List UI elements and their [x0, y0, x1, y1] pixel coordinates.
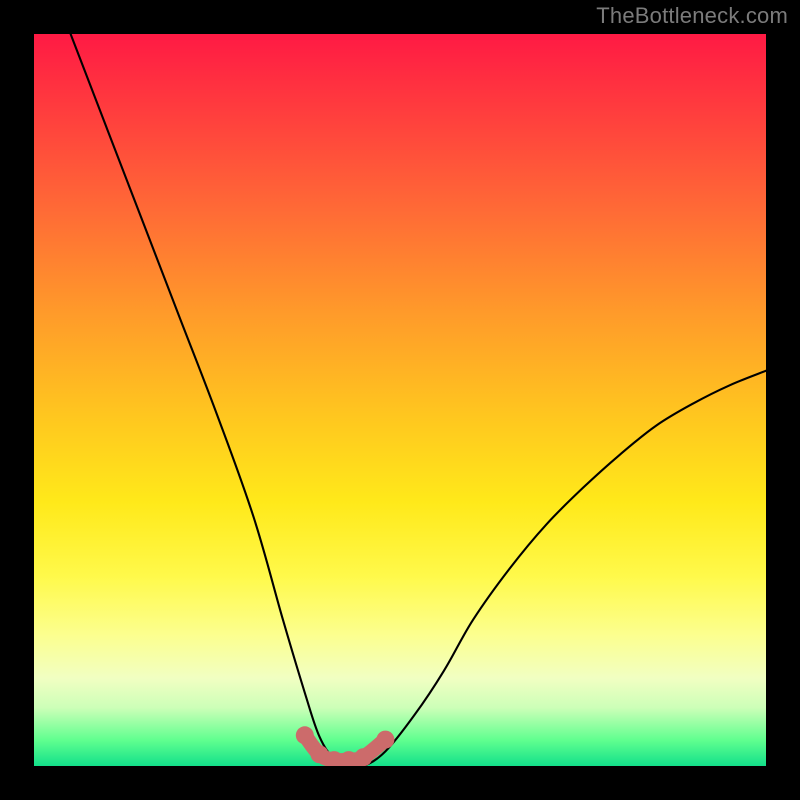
watermark-text: TheBottleneck.com [596, 3, 788, 29]
chart-frame: TheBottleneck.com [0, 0, 800, 800]
plot-area [34, 34, 766, 766]
curve-svg [34, 34, 766, 766]
bottleneck-curve [71, 34, 766, 766]
